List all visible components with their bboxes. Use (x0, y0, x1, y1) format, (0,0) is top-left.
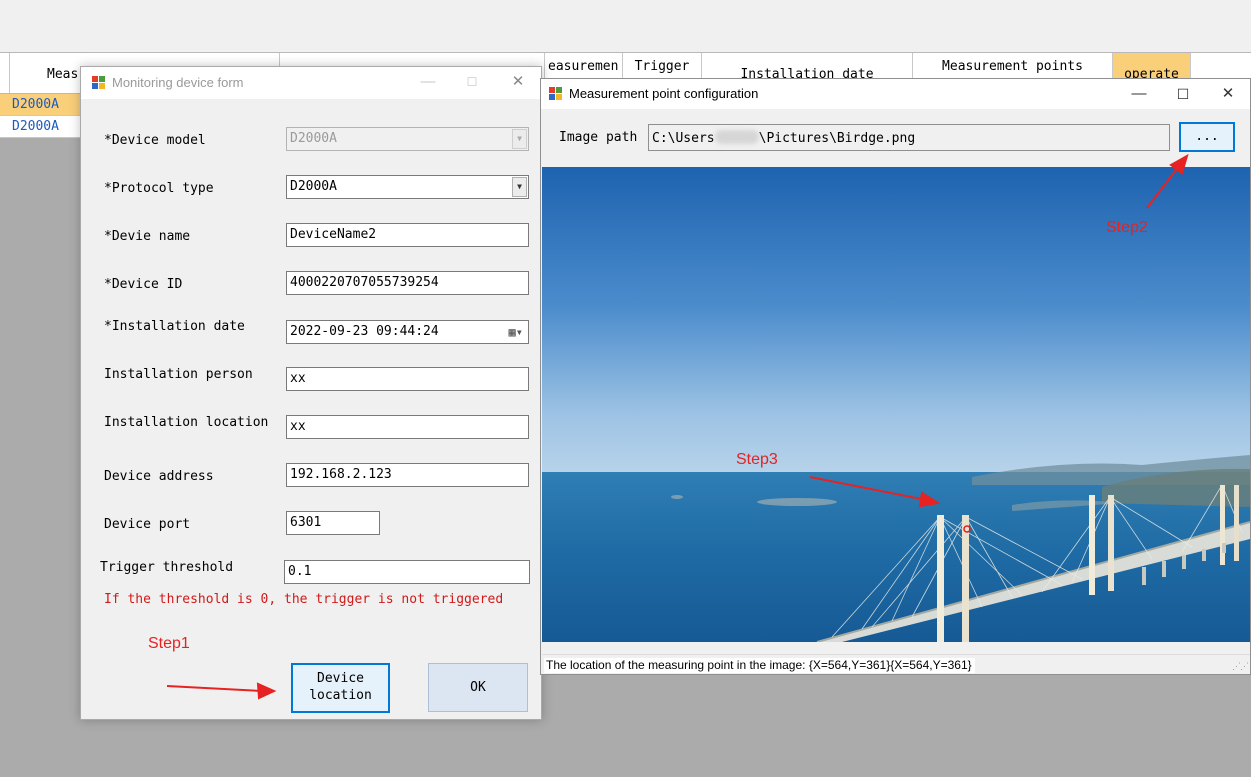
step1-arrowhead (256, 682, 277, 700)
step2-arrowhead (1169, 153, 1189, 175)
annotation-arrows (166, 153, 1189, 700)
step3-arrowhead (918, 491, 941, 508)
step2-arrow (1146, 165, 1180, 209)
step1-arrow (166, 685, 263, 692)
step3-arrow (809, 476, 927, 501)
